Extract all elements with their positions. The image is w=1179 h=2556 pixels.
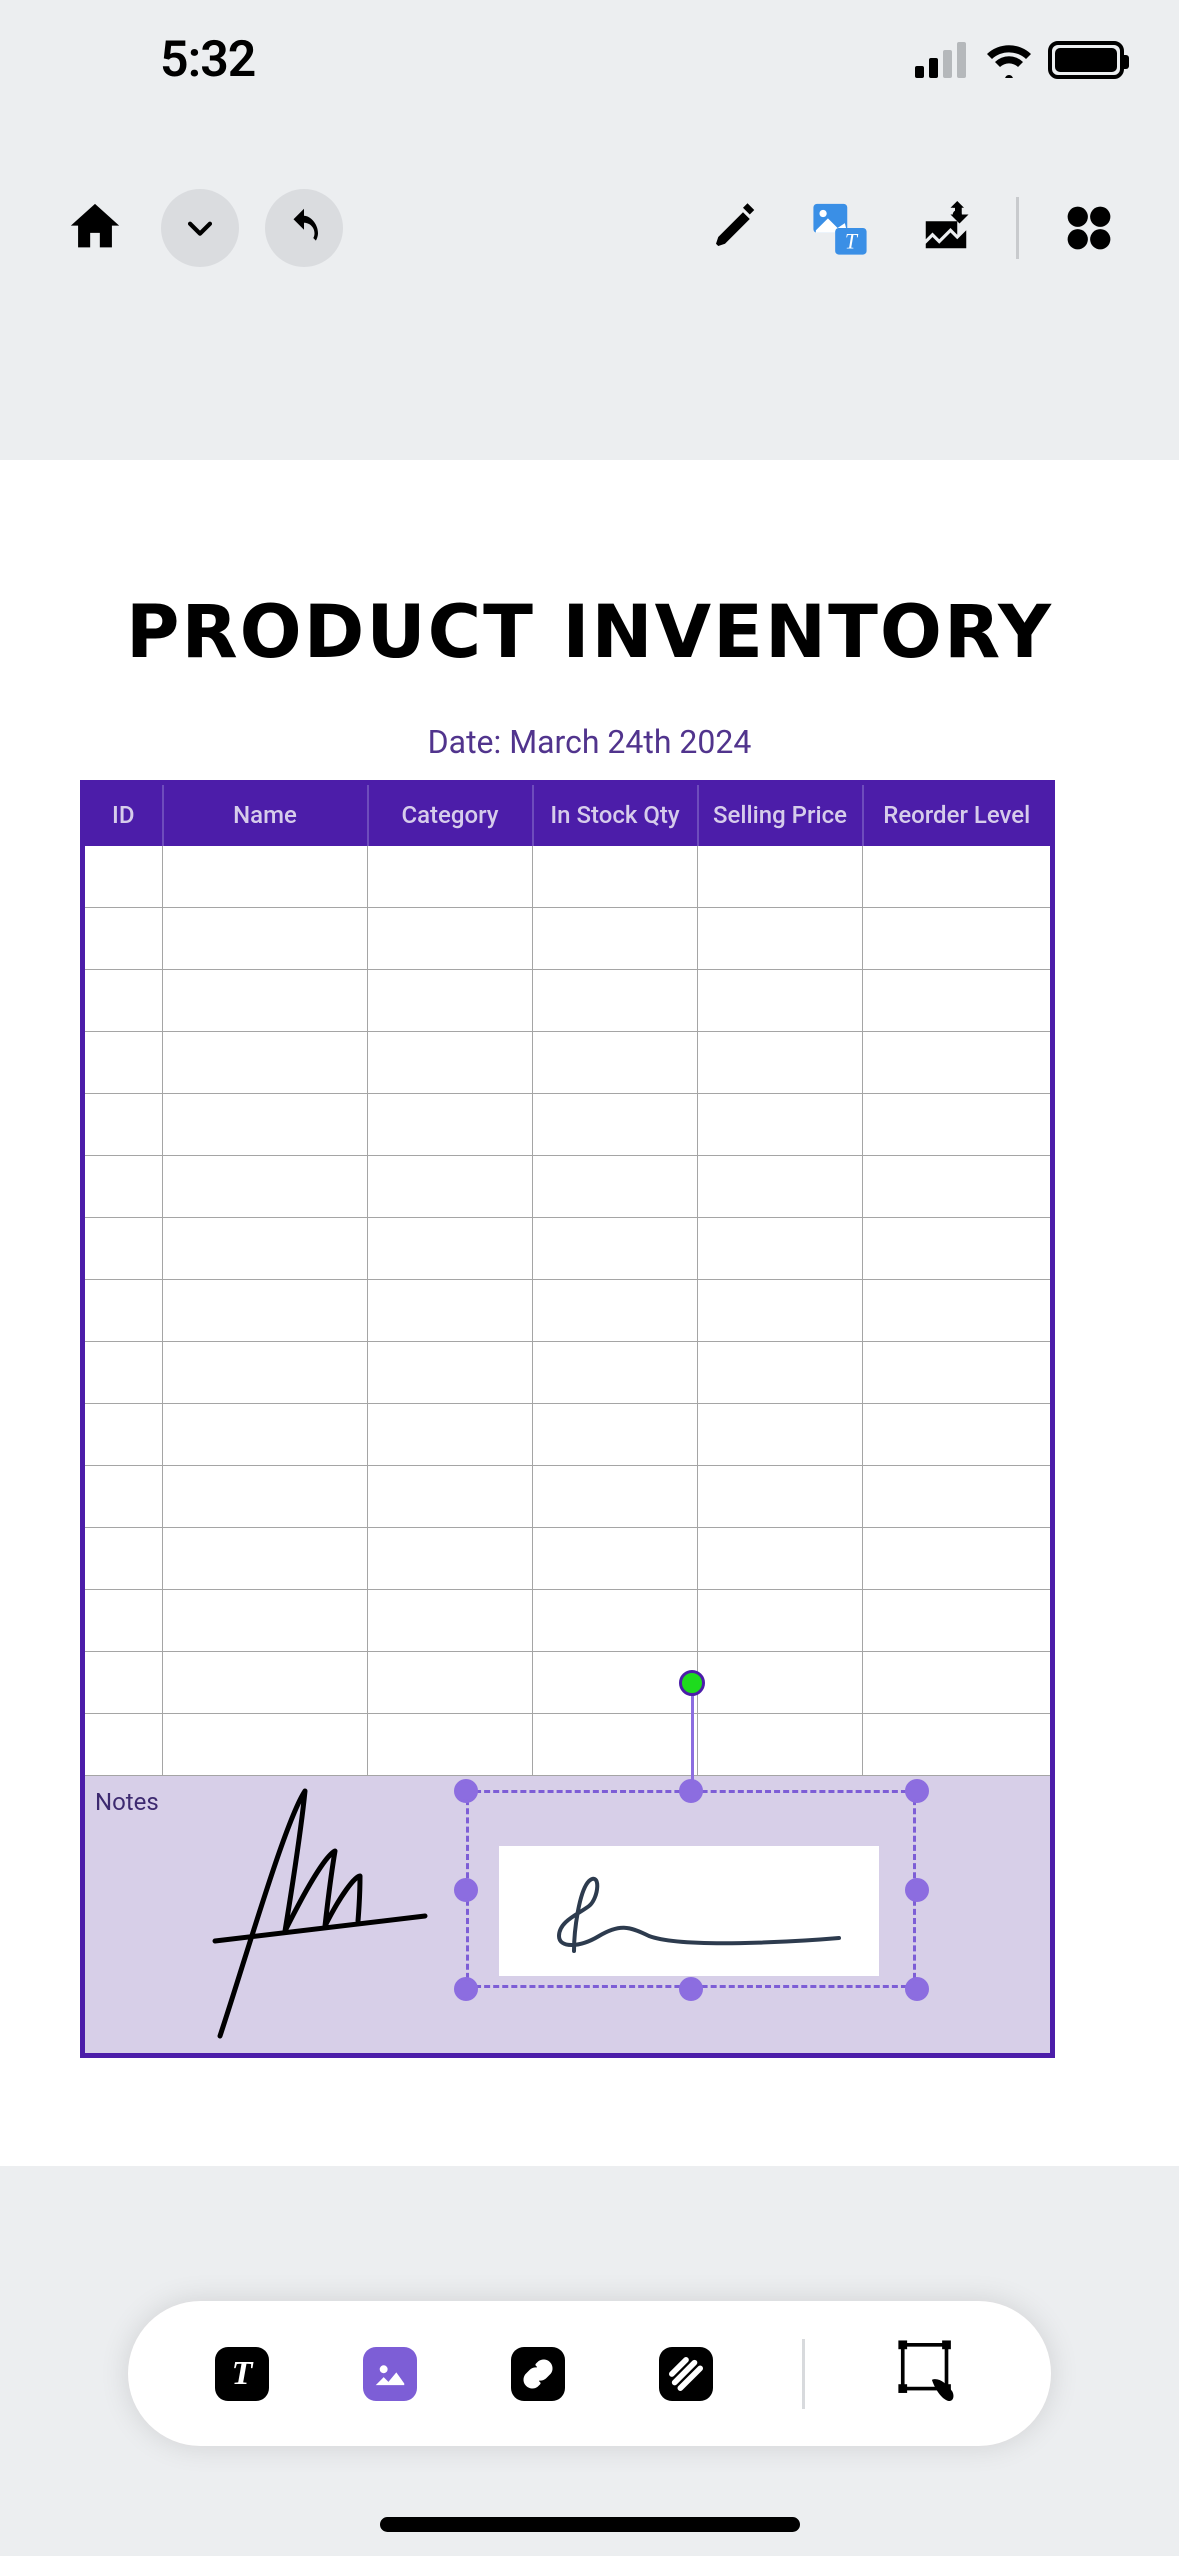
link-tool-icon [511,2347,565,2401]
document-date: Date: March 24th 2024 [0,723,1179,761]
handle-tm[interactable] [679,1779,703,1803]
highlighter-button[interactable] [694,188,774,268]
home-indicator[interactable] [380,2517,800,2532]
status-bar: 5:32 [0,0,1179,120]
table-row [83,1342,1053,1404]
link-tool[interactable] [506,2342,570,2406]
battery-icon [1048,41,1124,79]
chevron-down-icon [183,211,217,245]
table-row [83,1280,1053,1342]
notes-row: Notes [83,1776,1053,2056]
apps-icon [1062,201,1116,255]
undo-icon [283,207,325,249]
apps-button[interactable] [1049,188,1129,268]
rotation-handle[interactable] [679,1670,705,1696]
handle-br[interactable] [905,1977,929,2001]
handle-bm[interactable] [679,1977,703,2001]
handle-ml[interactable] [454,1878,478,1902]
texture-tool[interactable] [654,2342,718,2406]
notes-label: Notes [95,1788,159,1816]
table-row [83,1528,1053,1590]
table-row [83,970,1053,1032]
col-name: Name [163,783,368,846]
signature-2 [519,1856,859,1966]
toolbar-divider [1016,197,1019,259]
col-instock: In Stock Qty [533,783,698,846]
table-row [83,1094,1053,1156]
cellular-icon [915,42,970,78]
image-tool-icon [363,2347,417,2401]
table-row [83,846,1053,908]
handle-bl[interactable] [454,1977,478,2001]
table-row [83,1032,1053,1094]
transform-icon [894,2339,964,2409]
table-row [83,1404,1053,1466]
dropdown-button[interactable] [161,189,239,267]
text-tool-icon: T [215,2347,269,2401]
textimage-icon: T [811,199,869,257]
col-id: ID [83,783,163,846]
col-price: Selling Price [698,783,863,846]
col-category: Category [368,783,533,846]
transform-tool[interactable] [889,2342,969,2406]
textimage-button[interactable]: T [800,188,880,268]
signature-2-box[interactable] [499,1846,879,1976]
undo-button[interactable] [265,189,343,267]
table-row [83,1156,1053,1218]
table-row [83,1218,1053,1280]
insert-image-button[interactable] [906,188,986,268]
highlighter-icon [707,201,761,255]
home-button[interactable] [55,188,135,268]
top-toolbar: T [0,150,1179,305]
handle-tl[interactable] [454,1779,478,1803]
signature-1[interactable] [165,1761,445,2041]
editor-canvas[interactable]: PRODUCT INVENTORY Date: March 24th 2024 … [0,305,1179,2166]
table-row [83,908,1053,970]
inventory-table: ID Name Category In Stock Qty Selling Pr… [80,780,1055,2058]
image-tool[interactable] [358,2342,422,2406]
table-row [83,1466,1053,1528]
bottom-toolbar: T [128,2301,1051,2446]
texture-tool-icon [659,2347,713,2401]
bottom-divider [802,2339,805,2409]
home-icon [66,199,124,257]
table-row [83,1590,1053,1652]
insert-image-icon [919,201,973,255]
handle-tr[interactable] [905,1779,929,1803]
wifi-icon [984,42,1034,78]
text-tool[interactable]: T [210,2342,274,2406]
table-row [83,1652,1053,1714]
status-time: 5:32 [0,31,255,89]
status-icons [915,41,1124,79]
col-reorder: Reorder Level [863,783,1053,846]
handle-mr[interactable] [905,1878,929,1902]
svg-text:T: T [845,229,859,253]
document-title: PRODUCT INVENTORY [0,460,1179,675]
document-page[interactable]: PRODUCT INVENTORY Date: March 24th 2024 … [0,460,1179,2166]
